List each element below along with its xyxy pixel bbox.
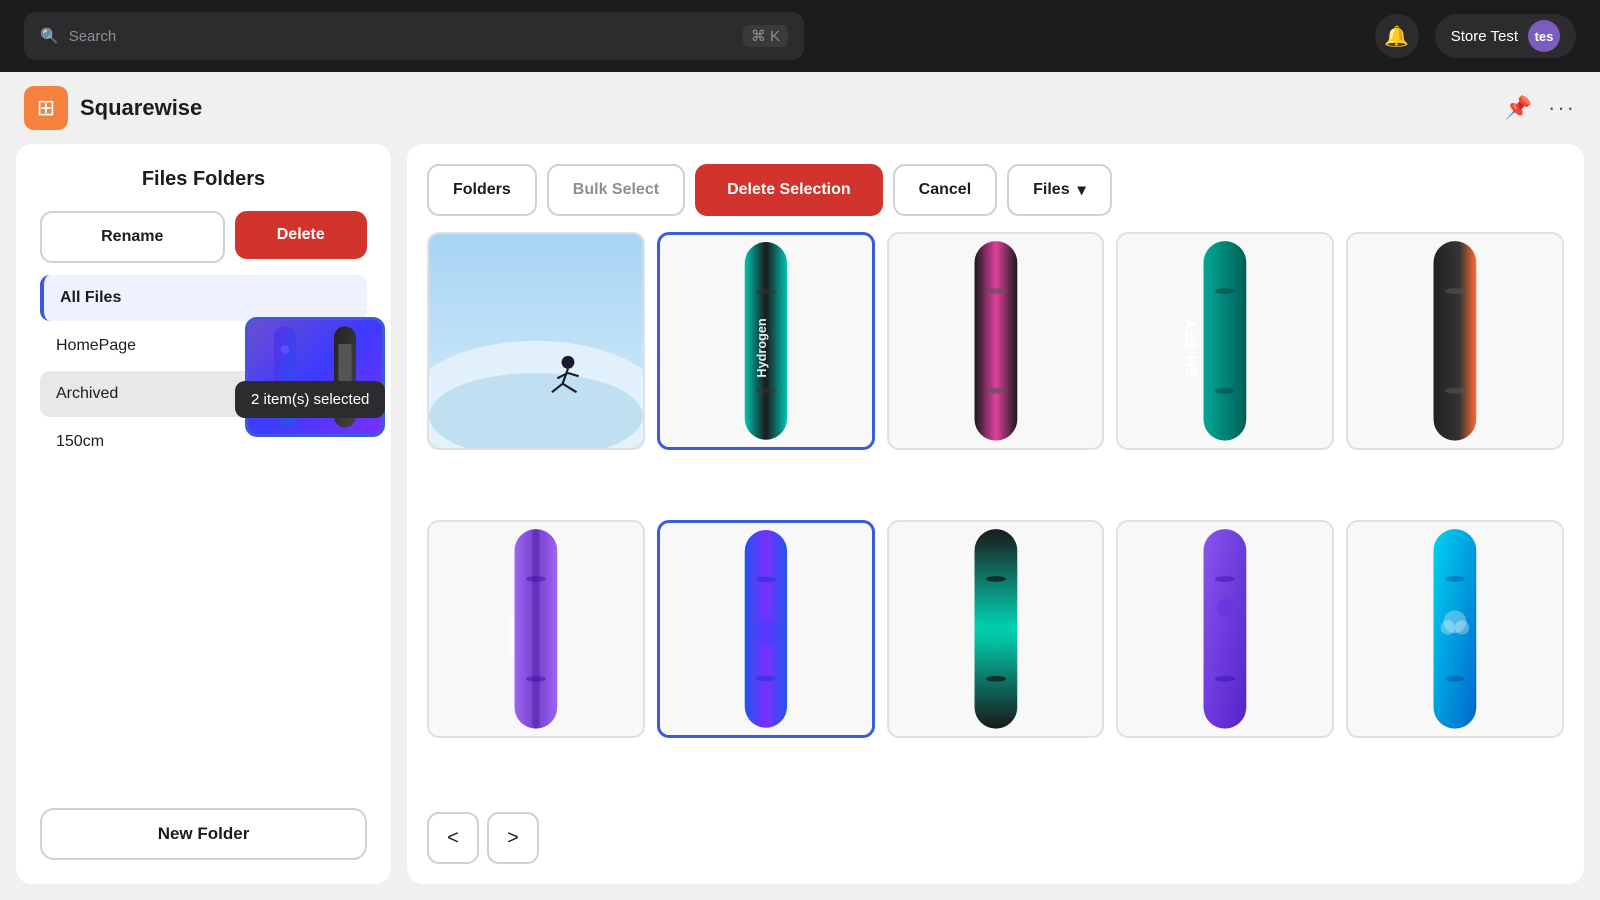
svg-text:Hydrogen: Hydrogen bbox=[755, 318, 769, 377]
app-header-right: 📌 ··· bbox=[1505, 95, 1576, 121]
avatar-initials: tes bbox=[1535, 29, 1554, 44]
sidebar-actions: Rename Delete bbox=[40, 211, 367, 263]
cancel-button[interactable]: Cancel bbox=[893, 164, 997, 216]
image-cell-7[interactable] bbox=[887, 520, 1105, 738]
landscape-svg bbox=[429, 234, 643, 448]
notification-bell[interactable]: 🔔 bbox=[1375, 14, 1419, 58]
new-folder-button[interactable]: New Folder bbox=[40, 808, 367, 860]
folder-item-archived[interactable]: Archived 2 item(s) selected bbox=[40, 371, 367, 417]
snowboard-pink-black-svg bbox=[889, 234, 1103, 448]
search-icon: 🔍 bbox=[40, 27, 59, 45]
next-page-button[interactable]: > bbox=[487, 812, 539, 864]
app-logo-icon: ⊞ bbox=[24, 86, 68, 130]
delete-selection-button[interactable]: Delete Selection bbox=[695, 164, 883, 216]
more-options-icon[interactable]: ··· bbox=[1548, 95, 1576, 121]
image-cell-0[interactable] bbox=[427, 232, 645, 450]
snowboard-purple-stripe-svg: ENDEAVOR bbox=[429, 522, 643, 736]
search-placeholder: Search bbox=[69, 28, 117, 45]
bulk-select-button[interactable]: Bulk Select bbox=[547, 164, 685, 216]
topbar-right: 🔔 Store Test tes bbox=[1375, 14, 1576, 58]
store-name: Store Test bbox=[1451, 28, 1518, 45]
image-cell-6[interactable] bbox=[657, 520, 875, 738]
snowboard-teal-text-svg: SH↑FFY bbox=[1118, 234, 1332, 448]
files-button[interactable]: Files ▾ bbox=[1007, 164, 1112, 216]
snowboard-blue-purple-svg bbox=[660, 523, 872, 735]
image-cell-2[interactable] bbox=[887, 232, 1105, 450]
folder-list: All Files HomePage Archived 2 item(s) se… bbox=[40, 275, 367, 796]
topbar: 🔍 Search ⌘ K 🔔 Store Test tes bbox=[0, 0, 1600, 72]
files-label: Files bbox=[1033, 181, 1069, 199]
snowboard-teal-black-svg: Hydrogen bbox=[660, 235, 872, 447]
content-area: Folders Bulk Select Delete Selection Can… bbox=[407, 144, 1584, 884]
folder-item-all-files[interactable]: All Files bbox=[40, 275, 367, 321]
store-button[interactable]: Store Test tes bbox=[1435, 14, 1576, 58]
archived-label: Archived bbox=[56, 385, 118, 402]
snowboard-purple-solid-svg bbox=[1118, 522, 1332, 736]
files-dropdown-icon: ▾ bbox=[1078, 180, 1086, 200]
tooltip-text: 2 item(s) selected bbox=[251, 391, 369, 408]
snowboard-black-teal-svg bbox=[889, 522, 1103, 736]
sidebar-title: Files Folders bbox=[40, 168, 367, 191]
selection-tooltip: 2 item(s) selected bbox=[235, 381, 385, 418]
image-cell-3[interactable]: SH↑FFY bbox=[1116, 232, 1334, 450]
app-title: Squarewise bbox=[80, 95, 202, 121]
prev-page-button[interactable]: < bbox=[427, 812, 479, 864]
search-shortcut: ⌘ K bbox=[743, 25, 788, 47]
search-box[interactable]: 🔍 Search ⌘ K bbox=[24, 12, 804, 60]
app-logo: ⊞ Squarewise bbox=[24, 86, 202, 130]
tooltip-preview bbox=[245, 317, 385, 437]
app-header: ⊞ Squarewise 📌 ··· bbox=[0, 72, 1600, 144]
svg-text:SH↑FFY: SH↑FFY bbox=[1184, 318, 1201, 378]
image-cell-9[interactable] bbox=[1346, 520, 1564, 738]
image-cell-8[interactable] bbox=[1116, 520, 1334, 738]
image-cell-1[interactable]: Hydrogen bbox=[657, 232, 875, 450]
folders-button[interactable]: Folders bbox=[427, 164, 537, 216]
snowboard-black-orange-svg bbox=[1348, 234, 1562, 448]
toolbar: Folders Bulk Select Delete Selection Can… bbox=[427, 164, 1564, 216]
main-layout: Files Folders Rename Delete All Files Ho… bbox=[0, 144, 1600, 900]
pagination: < > bbox=[427, 812, 1564, 864]
snowboard-cyan-cloud-svg bbox=[1348, 522, 1562, 736]
avatar: tes bbox=[1528, 20, 1560, 52]
image-grid: Hydrogen bbox=[427, 232, 1564, 796]
sidebar: Files Folders Rename Delete All Files Ho… bbox=[16, 144, 391, 884]
image-cell-5[interactable]: ENDEAVOR bbox=[427, 520, 645, 738]
rename-button[interactable]: Rename bbox=[40, 211, 225, 263]
image-cell-4[interactable] bbox=[1346, 232, 1564, 450]
logo-symbol: ⊞ bbox=[37, 95, 55, 121]
pin-icon[interactable]: 📌 bbox=[1505, 95, 1532, 121]
delete-button[interactable]: Delete bbox=[235, 211, 368, 259]
svg-text:ENDEAVOR: ENDEAVOR bbox=[508, 614, 517, 658]
